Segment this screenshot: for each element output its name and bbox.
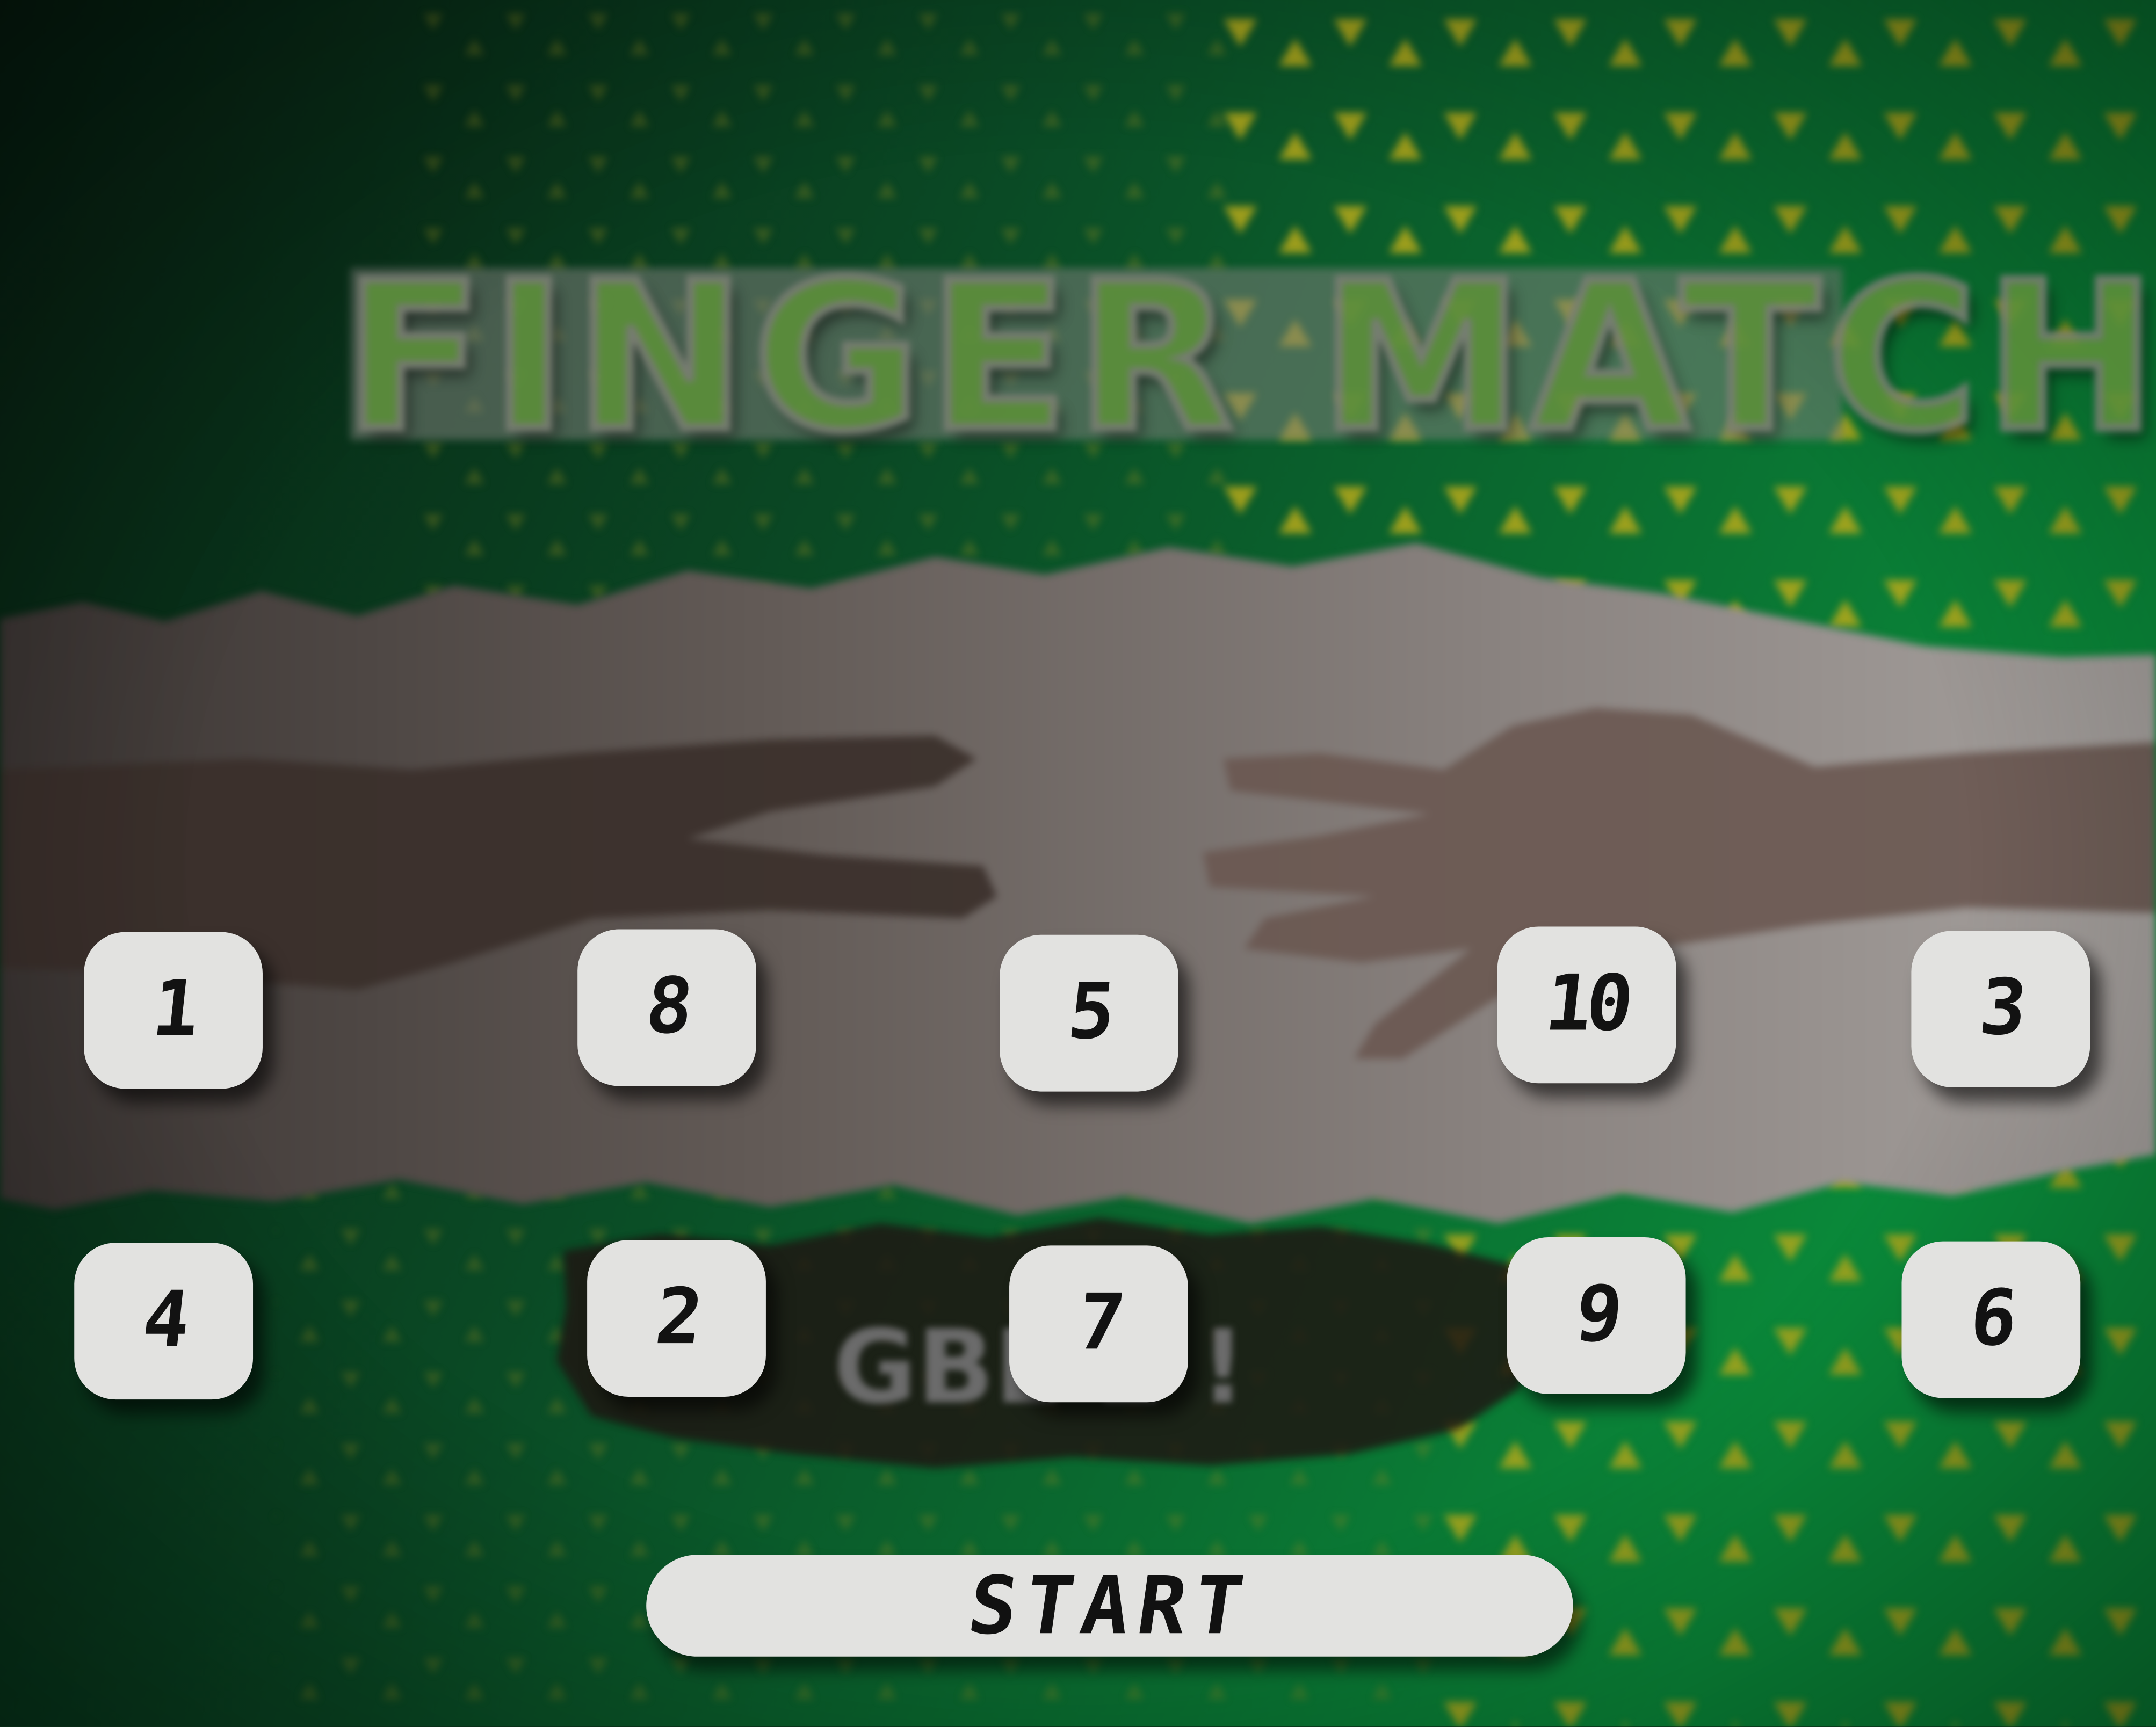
number-button-7[interactable]: 7 <box>1009 1245 1188 1403</box>
number-label: 1 <box>148 965 199 1055</box>
start-label: START <box>962 1559 1257 1653</box>
number-button-10[interactable]: 10 <box>1497 926 1676 1084</box>
number-button-3[interactable]: 3 <box>1911 931 2090 1087</box>
number-button-4[interactable]: 4 <box>74 1243 254 1400</box>
number-label: 6 <box>1966 1274 2016 1364</box>
number-button-1[interactable]: 1 <box>84 932 263 1089</box>
number-label: 2 <box>651 1273 702 1362</box>
number-label: 7 <box>1073 1278 1124 1368</box>
number-label: 3 <box>1976 963 2026 1053</box>
number-label: 10 <box>1541 959 1633 1049</box>
number-label: 8 <box>641 962 692 1052</box>
game-screen: FINGER MATCH GBL E ! 1 8 5 10 3 4 2 7 9 … <box>0 0 2156 1727</box>
number-label: 5 <box>1063 968 1115 1057</box>
number-button-8[interactable]: 8 <box>577 929 756 1086</box>
number-label: 4 <box>138 1275 189 1366</box>
number-button-5[interactable]: 5 <box>1000 934 1178 1092</box>
number-button-6[interactable]: 6 <box>1901 1241 2081 1398</box>
number-button-9[interactable]: 9 <box>1507 1237 1686 1394</box>
start-button[interactable]: START <box>646 1555 1573 1657</box>
number-button-2[interactable]: 2 <box>587 1240 766 1397</box>
number-label: 9 <box>1571 1270 1622 1360</box>
game-title: FINGER MATCH <box>339 239 2156 476</box>
